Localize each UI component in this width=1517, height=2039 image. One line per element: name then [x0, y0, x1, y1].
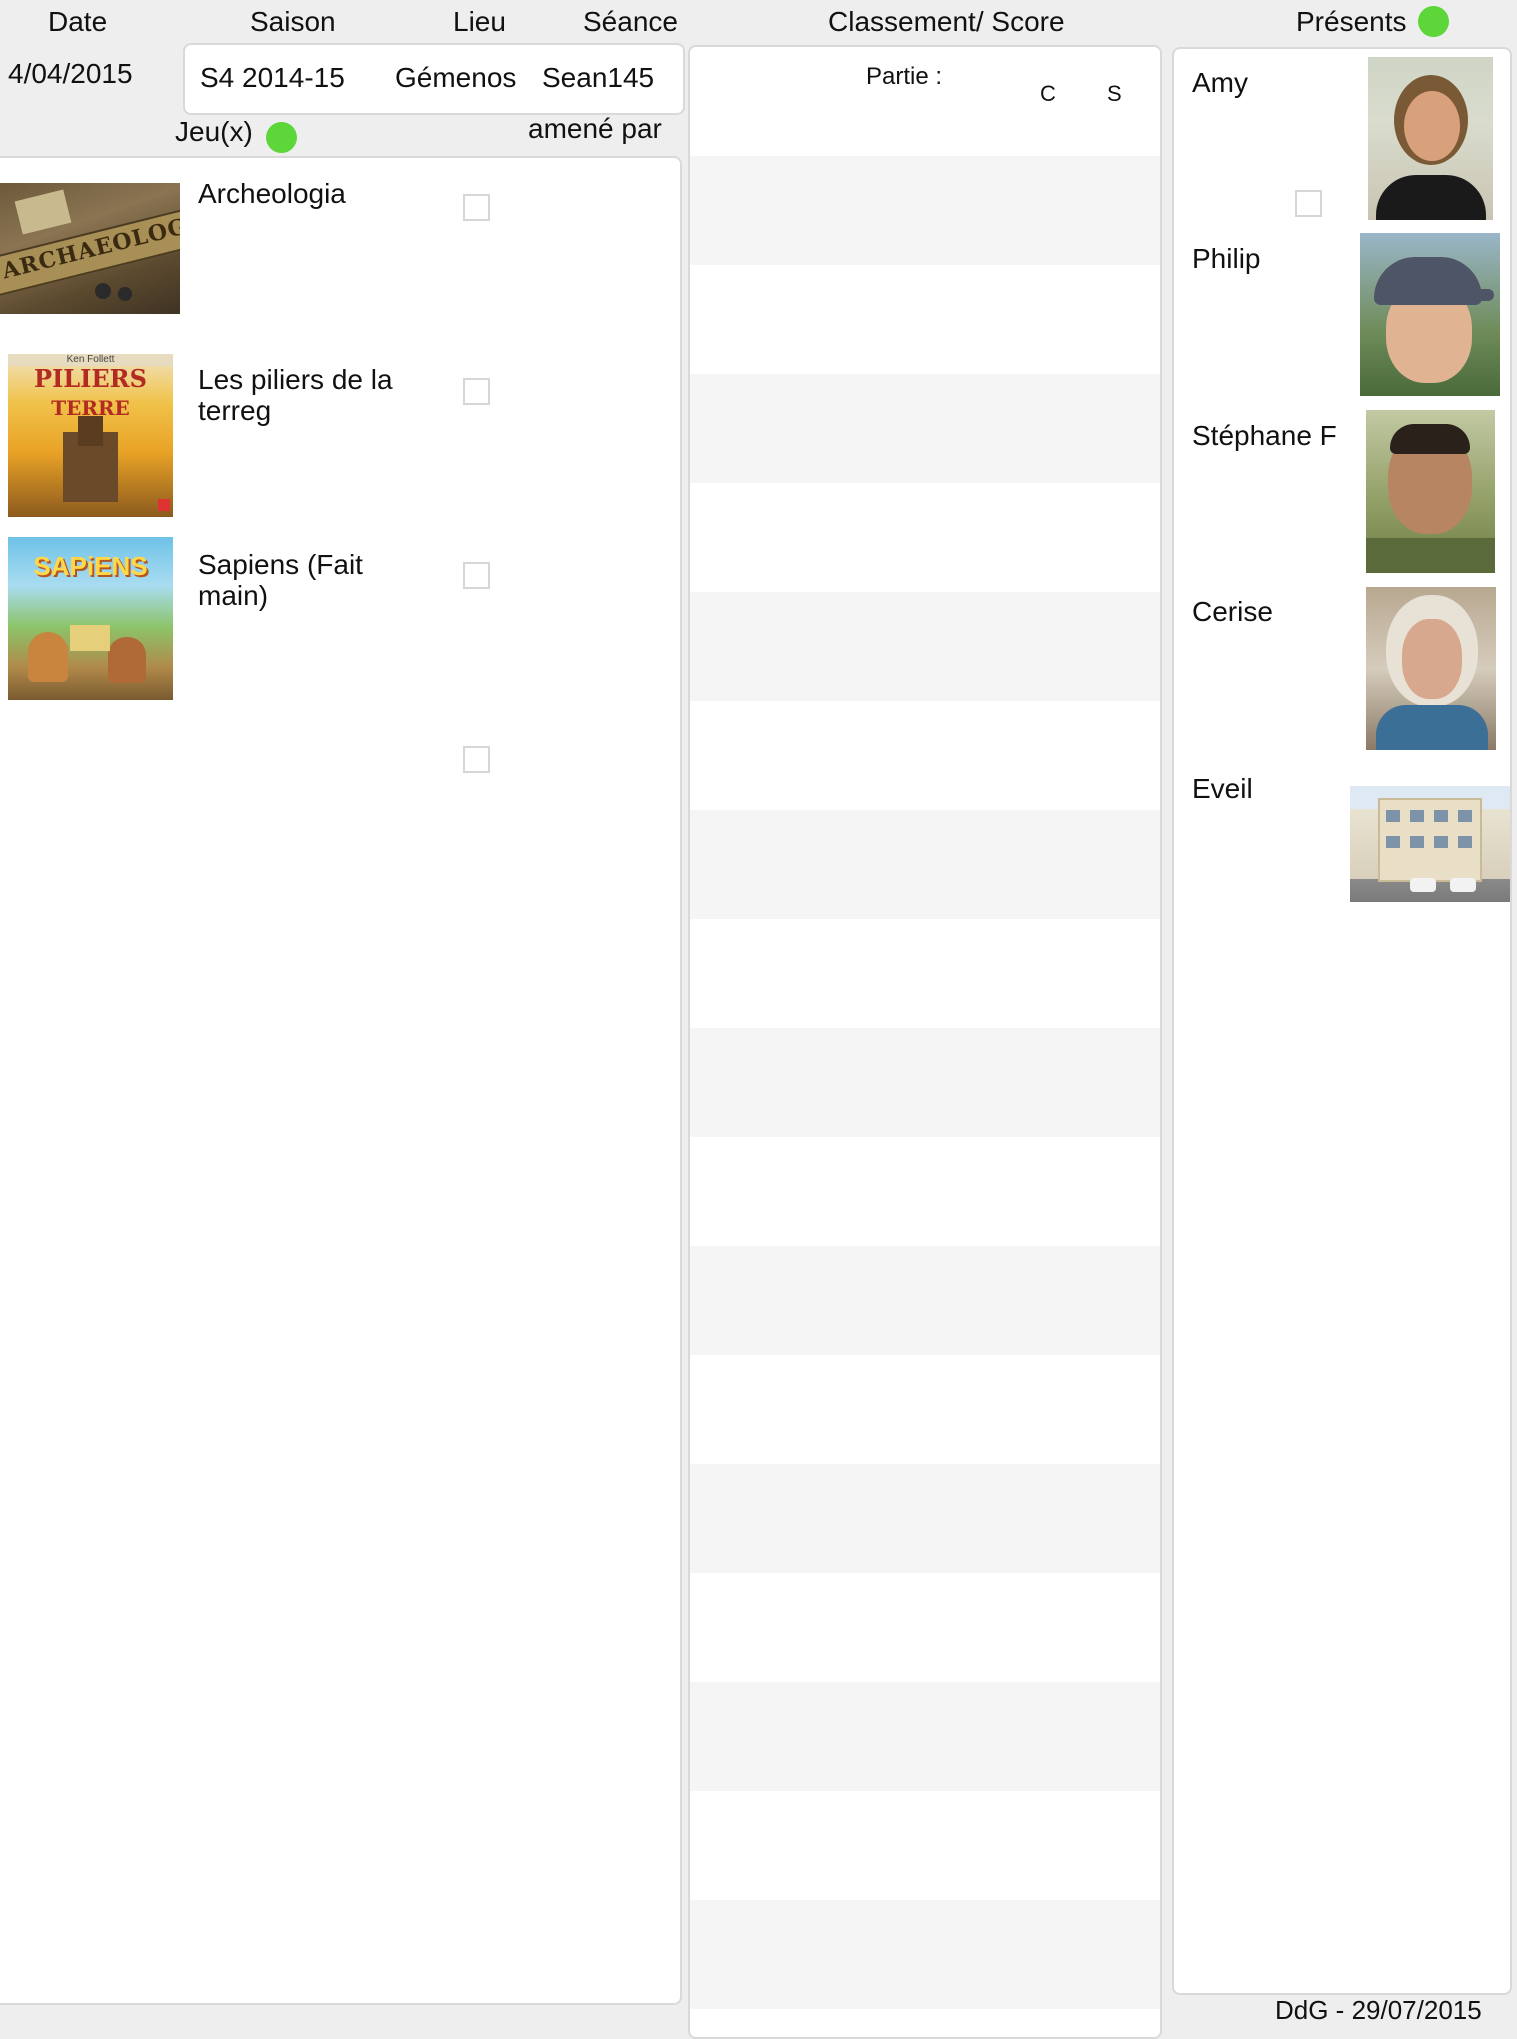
score-col-c: C — [1040, 81, 1056, 106]
sapiens-box-image[interactable]: SAPiENS — [8, 537, 173, 700]
presents-header: Présents — [1296, 6, 1407, 37]
score-col-s: S — [1107, 81, 1122, 106]
game-checkbox-empty[interactable] — [463, 746, 490, 773]
avatar-philip — [1360, 233, 1500, 396]
avatar-stephane — [1366, 410, 1495, 573]
avatar-eveil — [1350, 786, 1510, 902]
session-seance: Sean145 — [542, 62, 655, 93]
player-name-philip: Philip — [1192, 243, 1261, 274]
date-header: Date — [48, 6, 108, 37]
player-name-amy: Amy — [1192, 67, 1248, 98]
session-lieu: Gémenos — [395, 62, 517, 93]
game-checkbox-sapiens[interactable] — [463, 562, 490, 589]
game-checkbox-archeologia[interactable] — [463, 194, 490, 221]
partie-label: Partie : — [866, 63, 943, 90]
piliers-box-title: PILIERS — [34, 364, 147, 393]
game-title-sapiens: Sapiens (Fait main) — [198, 549, 363, 611]
session-saison: S4 2014-15 — [200, 62, 345, 93]
archeologia-box-image[interactable]: ARCHAEOLOGIA — [0, 183, 180, 314]
score-panel: Partie : C S — [688, 45, 1162, 2039]
amene-par-label: amené par — [528, 113, 662, 144]
game-title-piliers: Les piliers de la terreg — [198, 364, 393, 426]
session-info-box: S4 2014-15 Gémenos Sean145 — [183, 43, 685, 115]
piliers-box-image[interactable]: Ken Follett PILIERS TERRE — [8, 354, 173, 517]
seance-header: Séance — [583, 6, 678, 37]
sapiens-box-title: SAPiENS — [33, 551, 148, 581]
game-checkbox-piliers[interactable] — [463, 378, 490, 405]
player-name-stephane: Stéphane F — [1192, 420, 1337, 451]
saison-header: Saison — [250, 6, 336, 37]
avatar-amy — [1368, 57, 1493, 220]
game-title-archeologia: Archeologia — [198, 178, 346, 209]
jeux-status-dot[interactable] — [266, 122, 297, 153]
player-name-cerise: Cerise — [1192, 596, 1273, 627]
session-date: 4/04/2015 — [8, 58, 133, 89]
avatar-cerise — [1366, 587, 1496, 750]
classement-header: Classement/ Score — [828, 6, 1065, 37]
jeux-label: Jeu(x) — [175, 116, 253, 147]
player-checkbox-amy[interactable] — [1295, 190, 1322, 217]
lieu-header: Lieu — [453, 6, 506, 37]
presents-status-dot[interactable] — [1418, 6, 1449, 37]
footer-text: DdG - 29/07/2015 — [1275, 1995, 1482, 2025]
player-name-eveil: Eveil — [1192, 773, 1253, 804]
